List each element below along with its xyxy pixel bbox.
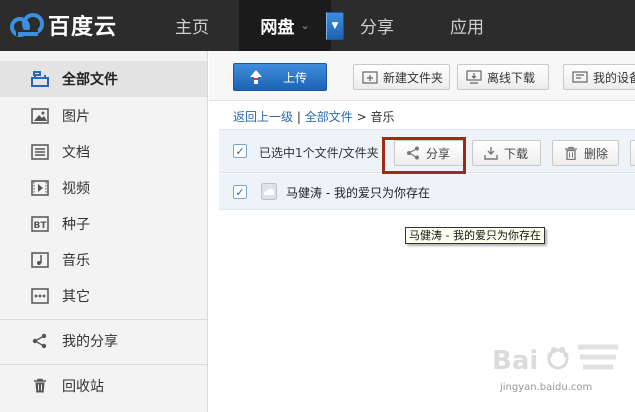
- watermark-url: jingyan.baidu.com: [500, 382, 593, 393]
- nav-home[interactable]: 主页: [148, 0, 236, 51]
- sidebar-item-documents[interactable]: 文档: [0, 134, 207, 170]
- new-folder-icon: [362, 69, 378, 85]
- baidu-jingyan-watermark: Bai: [488, 335, 628, 405]
- sidebar-item-label: 其它: [62, 289, 90, 305]
- download-button[interactable]: 下载: [472, 140, 541, 166]
- sidebar-item-label: 种子: [62, 217, 90, 233]
- offline-download-label: 离线下载: [487, 70, 536, 85]
- sidebar: 全部文件 图片 文档 视频 BT 种子 音乐 其它 我的分享 回收站: [0, 51, 208, 412]
- music-icon: [30, 250, 50, 270]
- device-icon: [572, 69, 588, 85]
- checkmark-icon: ✓: [235, 185, 245, 199]
- sidebar-item-music[interactable]: 音乐: [0, 242, 207, 278]
- svg-text:BT: BT: [34, 221, 48, 231]
- sidebar-item-label: 我的分享: [62, 334, 118, 350]
- svg-text:Bai: Bai: [492, 346, 538, 376]
- upload-label: 上传: [283, 70, 308, 85]
- sidebar-item-label: 图片: [62, 109, 90, 125]
- table-row[interactable]: ✓ 马健涛 - 我的爱只为你存在: [219, 174, 635, 210]
- breadcrumb-current: 音乐: [370, 110, 395, 124]
- nav-netdisk-label: 网盘: [260, 18, 295, 38]
- sidebar-item-torrents[interactable]: BT 种子: [0, 206, 207, 242]
- sidebar-item-my-shares[interactable]: 我的分享: [0, 323, 207, 359]
- sidebar-divider: [0, 364, 207, 365]
- video-icon: [30, 178, 50, 198]
- back-link[interactable]: 返回上一级: [233, 110, 293, 124]
- offline-download-icon: [466, 69, 482, 85]
- cloud-logo-icon: [8, 12, 46, 38]
- chevron-down-icon: ▼: [331, 21, 339, 31]
- nav-share[interactable]: 分享: [333, 0, 421, 51]
- nav-apps-label: 应用: [450, 18, 484, 38]
- upload-menu-toggle[interactable]: ▼: [326, 12, 344, 40]
- more-actions-button[interactable]: [630, 140, 635, 166]
- sidebar-divider: [0, 319, 207, 320]
- download-icon: [483, 145, 499, 161]
- sidebar-item-label: 回收站: [62, 379, 104, 395]
- file-name[interactable]: 马健涛 - 我的爱只为你存在: [286, 184, 430, 201]
- music-file-icon: [261, 183, 277, 200]
- nav-home-label: 主页: [175, 18, 209, 38]
- brand-name: 百度云: [48, 15, 118, 40]
- trash-icon: [30, 376, 50, 396]
- document-icon: [30, 142, 50, 162]
- download-label: 下载: [504, 146, 529, 161]
- breadcrumb-all-files[interactable]: 全部文件: [305, 110, 353, 124]
- my-device-button[interactable]: 我的设备: [563, 64, 635, 90]
- sidebar-item-label: 音乐: [62, 253, 90, 269]
- torrent-icon: BT: [30, 214, 50, 234]
- row-checkbox[interactable]: ✓: [233, 185, 247, 199]
- selection-count-text: 已选中1个文件/文件夹: [259, 146, 379, 160]
- sidebar-item-recycle-bin[interactable]: 回收站: [0, 368, 207, 404]
- delete-label: 删除: [584, 146, 609, 161]
- nav-share-label: 分享: [360, 18, 394, 38]
- sidebar-item-other[interactable]: 其它: [0, 278, 207, 314]
- nav-netdisk[interactable]: 网盘 ⌄: [239, 0, 331, 51]
- select-all-checkbox[interactable]: ✓: [233, 144, 247, 158]
- new-folder-label: 新建文件夹: [383, 70, 444, 85]
- offline-download-button[interactable]: 离线下载: [457, 64, 549, 90]
- sidebar-item-videos[interactable]: 视频: [0, 170, 207, 206]
- new-folder-button[interactable]: 新建文件夹: [353, 64, 450, 90]
- image-icon: [30, 106, 50, 126]
- breadcrumb: 返回上一级 | 全部文件 > 音乐: [233, 108, 394, 125]
- my-device-label: 我的设备: [593, 70, 635, 85]
- breadcrumb-arrow: >: [356, 110, 367, 124]
- brand-logo[interactable]: 百度云: [8, 8, 117, 42]
- share-button-highlight: [382, 137, 466, 174]
- sidebar-item-all-files[interactable]: 全部文件: [0, 61, 207, 97]
- top-navbar: 百度云 主页 网盘 ⌄ 分享 应用: [0, 0, 635, 51]
- upload-button[interactable]: 上传: [233, 63, 327, 91]
- sidebar-item-images[interactable]: 图片: [0, 98, 207, 134]
- nav-apps[interactable]: 应用: [423, 0, 511, 51]
- sidebar-item-label: 全部文件: [62, 72, 118, 88]
- upload-icon: [248, 69, 264, 85]
- folder-icon: [30, 69, 50, 89]
- breadcrumb-separator: |: [296, 110, 301, 124]
- delete-button[interactable]: 删除: [552, 140, 619, 166]
- more-icon: [30, 286, 50, 306]
- chevron-down-icon: ⌄: [300, 19, 310, 32]
- file-name-tooltip: 马健涛 - 我的爱只为你存在: [405, 227, 545, 244]
- sidebar-item-label: 文档: [62, 145, 90, 161]
- checkmark-icon: ✓: [235, 144, 245, 158]
- share-icon: [30, 331, 50, 351]
- trash-icon: [563, 145, 579, 161]
- sidebar-item-label: 视频: [62, 181, 90, 197]
